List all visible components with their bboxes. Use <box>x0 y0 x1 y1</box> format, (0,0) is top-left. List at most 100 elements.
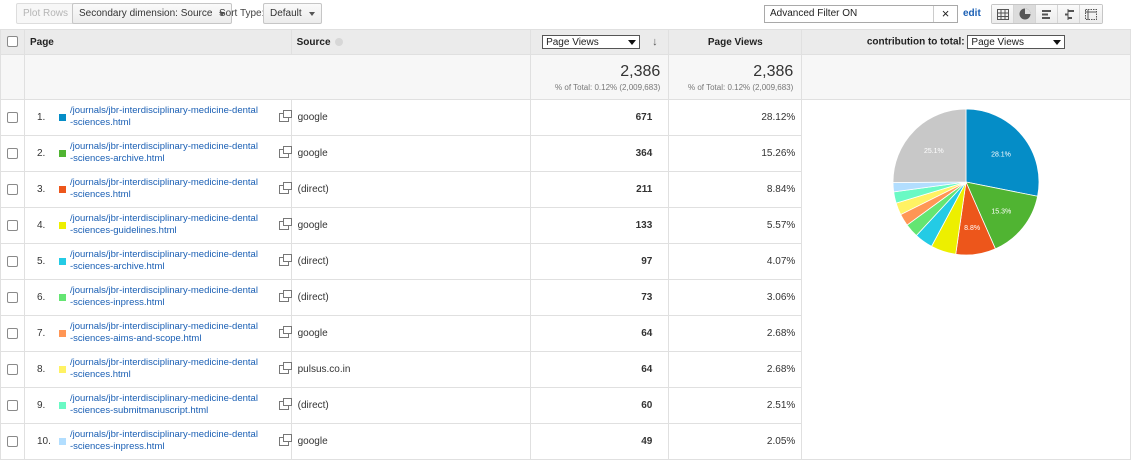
secondary-dimension-dropdown[interactable]: Secondary dimension: Source <box>72 3 233 24</box>
page-link[interactable]: /journals/jbr-interdisciplinary-medicine… <box>70 141 278 165</box>
open-external-icon[interactable] <box>278 290 292 302</box>
row-index: 1. <box>36 112 46 123</box>
filter-text: Advanced Filter ON <box>770 8 858 19</box>
page-path-line1: /journals/jbr-interdisciplinary-medicine… <box>69 141 258 152</box>
page-link[interactable]: /journals/jbr-interdisciplinary-medicine… <box>70 357 278 381</box>
row-checkbox[interactable] <box>6 436 18 448</box>
page-views-column-header[interactable]: Page Views <box>668 29 803 55</box>
open-external-icon[interactable] <box>278 182 292 194</box>
table-header-row: Page Source Page Views ↓ Page Views contr… <box>0 29 1131 55</box>
row-checkbox[interactable] <box>6 328 18 340</box>
series-color-swatch <box>58 330 66 337</box>
pie-slice-label: 8.8% <box>964 225 980 232</box>
source-cell: (direct) <box>290 387 532 424</box>
source-column-header[interactable]: Source <box>290 29 532 55</box>
plot-rows-button[interactable]: Plot Rows <box>16 3 76 24</box>
row-checkbox[interactable] <box>6 256 18 268</box>
report-table: Page Source Page Views ↓ Page Views contr… <box>0 29 1131 460</box>
page-link[interactable]: /journals/jbr-interdisciplinary-medicine… <box>70 321 278 345</box>
page-path-line2: -sciences-submitmanuscript.html <box>69 405 209 416</box>
page-views-percent: 2.68% <box>668 351 803 388</box>
secondary-dimension-label: Secondary dimension: Source <box>79 8 213 19</box>
page-link[interactable]: /journals/jbr-interdisciplinary-medicine… <box>70 429 278 453</box>
view-switcher <box>991 4 1103 24</box>
page-views-percent: 8.84% <box>668 171 803 208</box>
pivot-view-icon[interactable] <box>1080 5 1102 23</box>
row-index: 9. <box>36 400 46 411</box>
page-cell: 8. /journals/jbr-interdisciplinary-medici… <box>23 351 292 388</box>
page-path-line2: -sciences.html <box>69 117 131 128</box>
row-checkbox[interactable] <box>6 148 18 160</box>
page-cell: 3. /journals/jbr-interdisciplinary-medici… <box>23 171 292 208</box>
pie-slice[interactable] <box>892 108 967 183</box>
help-icon <box>334 37 343 46</box>
row-checkbox-cell <box>0 387 25 424</box>
page-path-line1: /journals/jbr-interdisciplinary-medicine… <box>69 357 258 368</box>
open-external-icon[interactable] <box>278 218 292 230</box>
pie-view-icon[interactable] <box>1014 5 1036 23</box>
series-color-swatch <box>58 294 66 301</box>
summary-row: 2,386 % of Total: 0.12% (2,009,683) 2,38… <box>0 54 1131 100</box>
sort-type-label: Sort Type: <box>219 8 265 19</box>
report-toolbar: Plot Rows Secondary dimension: Source So… <box>0 0 1131 28</box>
sort-type-dropdown[interactable]: Default <box>263 3 322 24</box>
series-color-swatch <box>58 258 66 265</box>
page-link[interactable]: /journals/jbr-interdisciplinary-medicine… <box>70 177 278 201</box>
row-checkbox-cell <box>0 243 25 280</box>
open-external-icon[interactable] <box>278 254 292 266</box>
page-views-value: 73 <box>530 279 670 316</box>
advanced-filter-field[interactable]: Advanced Filter ON × <box>764 5 958 23</box>
select-all-checkbox[interactable] <box>6 36 18 48</box>
row-index: 7. <box>36 328 46 339</box>
row-checkbox[interactable] <box>6 292 18 304</box>
page-views-percent: 2.68% <box>668 315 803 352</box>
metric-select[interactable]: Page Views <box>542 35 641 49</box>
series-color-swatch <box>58 438 66 445</box>
page-views-value: 64 <box>530 315 670 352</box>
page-link[interactable]: /journals/jbr-interdisciplinary-medicine… <box>70 285 278 309</box>
sort-descending-icon[interactable]: ↓ <box>652 36 658 48</box>
open-external-icon[interactable] <box>278 146 292 158</box>
page-cell: 5. /journals/jbr-interdisciplinary-medici… <box>23 243 292 280</box>
page-path-line1: /journals/jbr-interdisciplinary-medicine… <box>69 285 258 296</box>
open-external-icon[interactable] <box>278 110 292 122</box>
row-checkbox[interactable] <box>6 364 18 376</box>
performance-view-icon[interactable] <box>1036 5 1058 23</box>
open-external-icon[interactable] <box>278 434 292 446</box>
metric-select-value: Page Views <box>546 36 599 48</box>
source-cell: google <box>290 135 532 172</box>
page-views-percent: 5.57% <box>668 207 803 244</box>
row-checkbox[interactable] <box>6 112 18 124</box>
page-link[interactable]: /journals/jbr-interdisciplinary-medicine… <box>70 105 278 129</box>
table-view-icon[interactable] <box>992 5 1014 23</box>
page-path-line1: /journals/jbr-interdisciplinary-medicine… <box>69 393 258 404</box>
open-external-icon[interactable] <box>278 362 292 374</box>
open-external-icon[interactable] <box>278 326 292 338</box>
page-path-line2: -sciences-archive.html <box>69 153 165 164</box>
contribution-select-value: Page Views <box>971 36 1025 48</box>
comparison-view-icon[interactable] <box>1058 5 1080 23</box>
clear-filter-button[interactable]: × <box>933 6 957 22</box>
row-index: 5. <box>36 256 46 267</box>
pie-slice-label: 28.1% <box>991 151 1011 158</box>
row-checkbox-cell <box>0 135 25 172</box>
row-index: 8. <box>36 364 46 375</box>
page-column-header[interactable]: Page <box>23 29 292 55</box>
row-checkbox[interactable] <box>6 220 18 232</box>
series-color-swatch <box>58 150 66 157</box>
summary-page-views-cell: 2,386 % of Total: 0.12% (2,009,683) <box>668 54 803 100</box>
open-external-icon[interactable] <box>278 398 292 410</box>
page-views-percent: 15.26% <box>668 135 803 172</box>
row-checkbox[interactable] <box>6 184 18 196</box>
contribution-select[interactable]: Page Views <box>967 35 1066 49</box>
contribution-column-header: contribution to total: Page Views <box>801 29 1131 55</box>
row-checkbox[interactable] <box>6 400 18 412</box>
row-index: 2. <box>36 148 46 159</box>
source-cell: google <box>290 423 532 460</box>
page-link[interactable]: /journals/jbr-interdisciplinary-medicine… <box>70 249 278 273</box>
page-link[interactable]: /journals/jbr-interdisciplinary-medicine… <box>70 213 278 237</box>
edit-filter-link[interactable]: edit <box>963 8 981 19</box>
page-link[interactable]: /journals/jbr-interdisciplinary-medicine… <box>70 393 278 417</box>
summary-empty-cell <box>23 54 532 100</box>
page-cell: 7. /journals/jbr-interdisciplinary-medici… <box>23 315 292 352</box>
